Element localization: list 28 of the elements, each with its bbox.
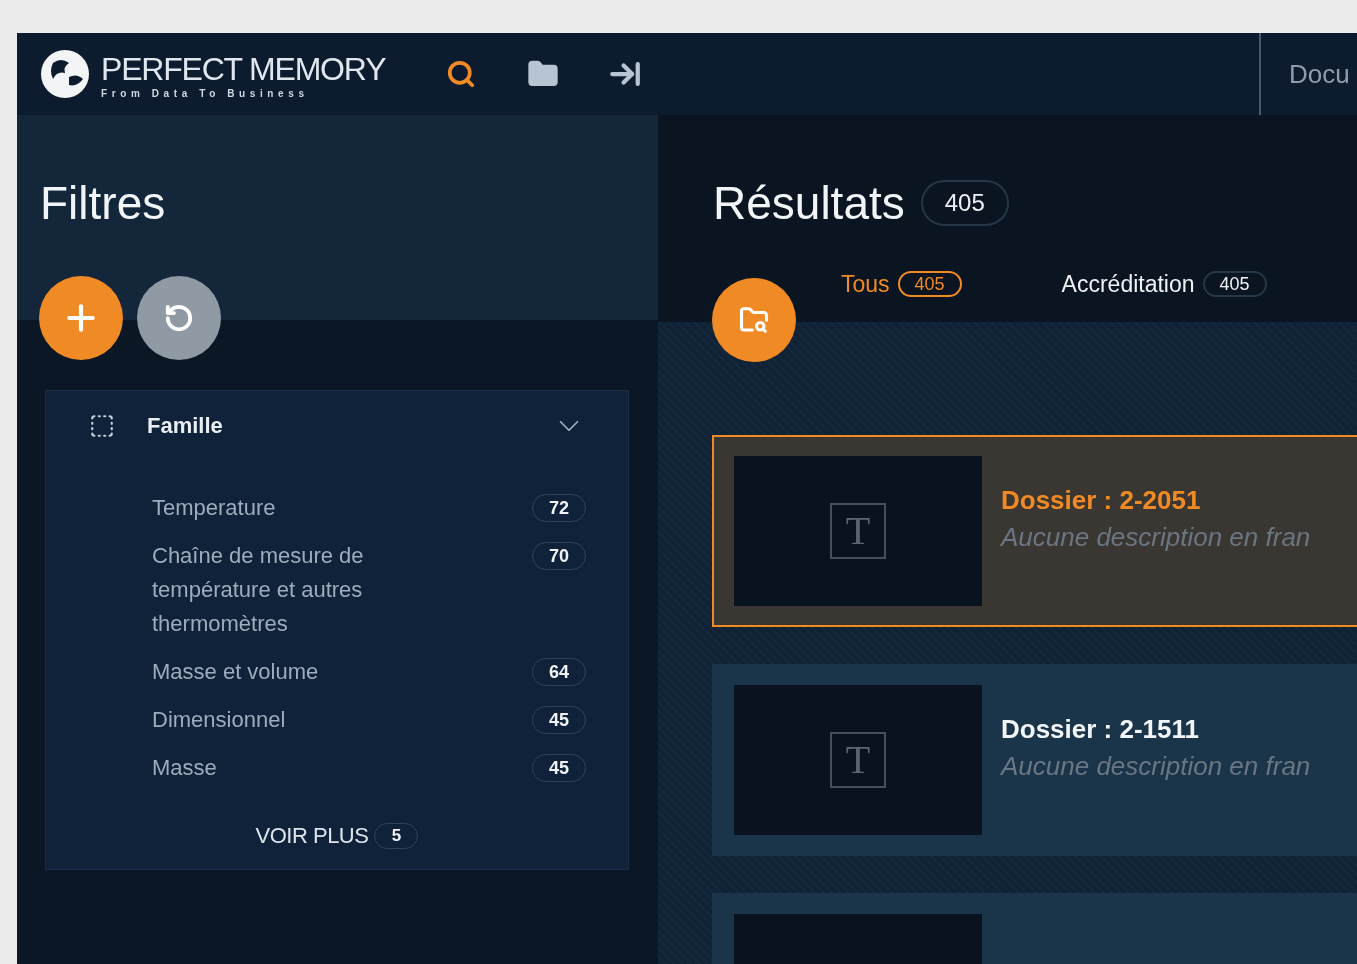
- count-badge: 405: [920, 180, 1009, 226]
- results-tab[interactable]: Accréditation 405: [1061, 270, 1267, 298]
- logo-icon: [39, 49, 91, 99]
- result-description: Aucune description en fran: [1001, 751, 1311, 782]
- logo-tagline: From Data To Business: [101, 87, 310, 99]
- folder-search-button[interactable]: [712, 278, 796, 362]
- filter-option[interactable]: Masse et volume: [152, 655, 422, 689]
- filter-option[interactable]: Dimensionnel: [152, 703, 422, 737]
- result-card[interactable]: T Dossier : 2-2051 Aucune description en fran: [712, 435, 1357, 627]
- results-tab[interactable]: Tous 405: [841, 270, 962, 298]
- filter-group-title: Famille: [147, 413, 223, 439]
- result-description: Aucune description en fran: [1001, 522, 1311, 553]
- filters-title: Filtres: [40, 176, 167, 231]
- results-title: Résultats: [713, 176, 905, 231]
- dotted-square-icon: [89, 413, 115, 439]
- logo-title: PERFECT MEMORY: [101, 49, 386, 88]
- see-more-button[interactable]: VOIR PLUS 5: [255, 823, 419, 849]
- filter-option[interactable]: Chaîne de mesure de température et autres thermomètres: [152, 539, 422, 641]
- result-card[interactable]: T Dossier : 2-1511 Aucune description en fran: [712, 664, 1357, 856]
- text-type-icon: T: [830, 503, 886, 559]
- result-title[interactable]: Dossier : 2-2051: [1001, 485, 1311, 516]
- filter-option[interactable]: Temperature: [152, 491, 422, 525]
- filter-option[interactable]: Masse: [152, 751, 422, 785]
- text-type-icon: T: [830, 732, 886, 788]
- result-title[interactable]: Dossier : 2-1511: [1001, 714, 1311, 745]
- folder-search-icon: [739, 305, 769, 335]
- rotate-icon: [164, 303, 194, 333]
- search-icon: [446, 59, 477, 89]
